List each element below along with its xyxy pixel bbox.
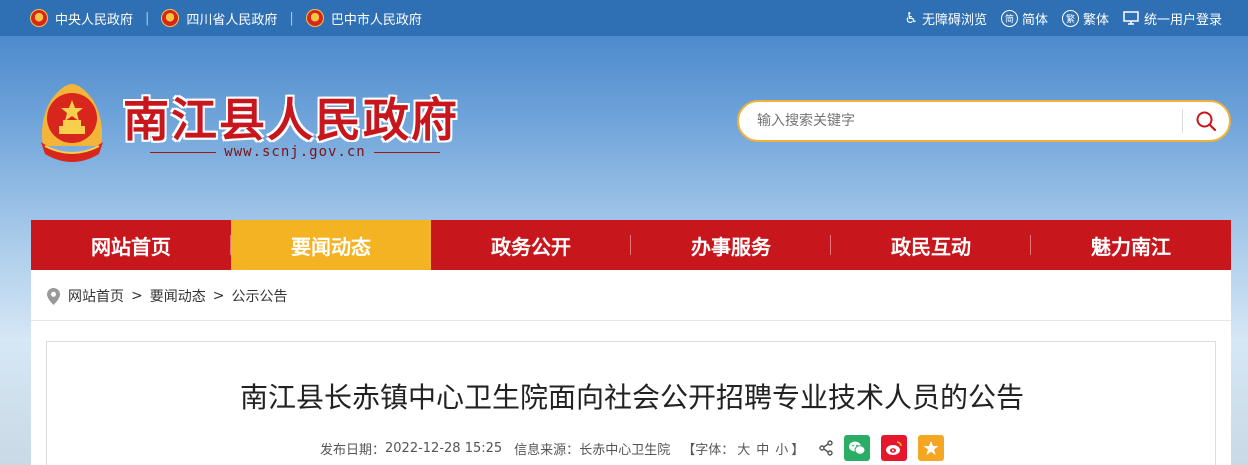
favorite-button[interactable] [918,435,945,461]
simplified-chinese-button[interactable]: 简 简体 [1000,9,1048,28]
traditional-chinese-button[interactable]: 繁 繁体 [1061,9,1109,28]
site-url-text: www.scnj.gov.cn [224,144,366,160]
breadcrumb-rule [31,320,1231,321]
national-emblem-logo [33,80,111,164]
wechat-icon [848,440,866,456]
breadcrumb-home[interactable]: 网站首页 [68,286,124,306]
source-value: 长赤中心卫生院 [579,442,671,458]
url-right-rule [373,151,440,153]
share-icon[interactable] [818,440,834,456]
nav-tab-interaction[interactable]: 政民互动 [831,220,1031,270]
nav-tab-label: 政民互动 [891,234,971,259]
font-size-large-button[interactable]: 大 [737,443,750,458]
star-icon [923,440,939,456]
publish-date-label: 发布日期： [320,442,386,458]
simplified-label: 简体 [1021,12,1048,28]
publish-date: 2022-12-28 15:25 [385,440,503,456]
weibo-share-button[interactable] [881,435,908,461]
accessibility-button[interactable]: ♿ 无障碍浏览 [904,9,986,28]
traditional-label: 繁体 [1082,12,1109,28]
national-emblem-icon [161,9,180,27]
wechat-share-button[interactable] [844,435,871,461]
breadcrumb-news[interactable]: 要闻动态 [150,286,206,306]
user-login-label: 统一用户登录 [1143,12,1222,28]
font-size-label: 【字体： [682,442,735,458]
breadcrumb: 网站首页 > 要闻动态 > 公示公告 [47,284,287,308]
content-area: 网站首页 > 要闻动态 > 公示公告 南江县长赤镇中心卫生院面向社会公开招聘专业… [31,270,1231,465]
top-bar: 中央人民政府 | 四川省人民政府 | 巴中市人民政府 ♿ 无障碍浏览 简 简体 … [0,0,1248,36]
font-size-close: 】 [791,442,805,458]
url-left-rule [150,151,217,153]
article-title: 南江县长赤镇中心卫生院面向社会公开招聘专业技术人员的公告 [239,381,1024,414]
accessibility-label: 无障碍浏览 [921,12,987,28]
national-emblem-icon [30,9,48,27]
location-pin-icon [47,287,60,305]
link-separator: | [289,10,294,26]
breadcrumb-separator: > [212,288,225,304]
nav-tab-label: 魅力南江 [1091,234,1171,259]
nav-tab-charm[interactable]: 魅力南江 [1031,220,1231,270]
monitor-icon [1123,11,1139,25]
source-label: 信息来源： [514,442,580,458]
article-meta: 发布日期： 2022-12-28 15:25 信息来源： 长赤中心卫生院 【字体… [320,435,955,461]
nav-tab-gov-affairs[interactable]: 政务公开 [431,220,631,270]
link-central-gov[interactable]: 中央人民政府 [30,9,133,28]
nav-tab-label: 政务公开 [491,234,571,259]
main-nav: 网站首页 要闻动态 政务公开 办事服务 政民互动 魅力南江 [31,220,1231,270]
search-button[interactable] [1183,102,1229,140]
share-bar [818,435,955,461]
article-panel: 南江县长赤镇中心卫生院面向社会公开招聘专业技术人员的公告 发布日期： 2022-… [46,341,1216,465]
font-size-medium-button[interactable]: 中 [756,443,769,458]
search-input[interactable] [739,102,1182,140]
nav-tab-label: 要闻动态 [291,234,371,259]
link-sichuan-gov[interactable]: 四川省人民政府 [161,9,277,28]
user-login-button[interactable]: 统一用户登录 [1123,9,1222,28]
breadcrumb-notices[interactable]: 公示公告 [231,286,287,306]
nav-tab-label: 网站首页 [91,234,171,259]
link-separator: | [145,10,150,26]
nav-tab-services[interactable]: 办事服务 [631,220,831,270]
site-title: 南江县人民政府 [123,93,459,147]
link-sichuan-gov-label: 四川省人民政府 [186,12,278,28]
nav-tab-home[interactable]: 网站首页 [31,220,231,270]
national-emblem-icon [305,9,324,27]
link-bazhong-gov[interactable]: 巴中市人民政府 [305,9,422,28]
nav-tab-label: 办事服务 [691,234,771,259]
gov-links: 中央人民政府 | 四川省人民政府 | 巴中市人民政府 [30,0,422,36]
site-url: www.scnj.gov.cn [150,142,440,162]
link-bazhong-gov-label: 巴中市人民政府 [330,12,422,28]
font-size-small-button[interactable]: 小 [775,443,788,458]
search-icon [1195,110,1217,132]
wheelchair-icon: ♿ [904,9,918,27]
breadcrumb-separator: > [131,288,143,304]
simplified-icon: 简 [1000,9,1018,27]
traditional-icon: 繁 [1061,9,1079,27]
top-tools: ♿ 无障碍浏览 简 简体 繁 繁体 统一用户登录 [890,0,1222,36]
link-central-gov-label: 中央人民政府 [55,12,134,28]
nav-tab-news[interactable]: 要闻动态 [231,220,431,270]
font-size-control: 【字体：大中小】 [682,439,804,458]
weibo-icon [885,440,903,456]
search-box [737,100,1231,142]
